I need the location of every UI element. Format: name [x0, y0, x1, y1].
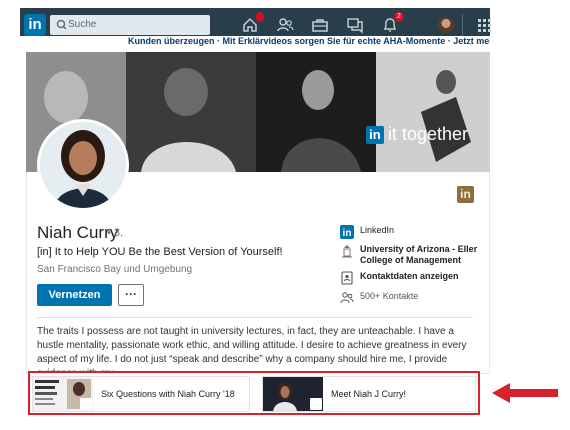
media-title: Meet Niah J Curry! — [331, 389, 407, 399]
banner-linkedin-logo: in — [365, 125, 384, 144]
profile-location: San Francisco Bay und Umgebung — [37, 264, 193, 275]
connections-label: 500+ Kontakte — [360, 291, 419, 301]
svg-text:in: in — [343, 228, 352, 239]
document-icon — [80, 398, 92, 410]
current-company[interactable]: in LinkedIn — [340, 225, 394, 239]
me-avatar[interactable] — [438, 17, 454, 33]
media-thumbnail — [33, 377, 93, 411]
highlight-arrow-icon — [492, 383, 558, 403]
network-icon[interactable] — [275, 15, 295, 35]
media-item-article[interactable]: Six Questions with Niah Curry '18 — [32, 376, 250, 412]
school-name: University of Arizona - Eller College of… — [360, 244, 478, 265]
video-icon — [310, 398, 322, 410]
home-badge — [256, 12, 264, 22]
company-name: LinkedIn — [360, 225, 395, 235]
contact-info-label: Kontaktdaten anzeigen — [360, 271, 459, 281]
connections-count[interactable]: 500+ Kontakte — [340, 291, 418, 305]
media-item-video[interactable]: Meet Niah J Curry! — [262, 376, 476, 412]
banner-tagline: in it together — [365, 124, 468, 145]
search-icon — [56, 19, 67, 30]
home-icon[interactable] — [240, 12, 264, 35]
contact-card-icon — [340, 271, 354, 285]
linkedin-logo[interactable]: in — [24, 14, 46, 36]
connect-button[interactable]: Vernetzen — [37, 284, 112, 306]
ad-ticker[interactable]: Kunden überzeugen · Mit Erklärvideos sor… — [20, 36, 490, 48]
media-thumbnail — [263, 377, 323, 411]
banner-tagline-text: it together — [387, 124, 468, 144]
search-placeholder: Suche — [68, 19, 97, 30]
connection-degree: • 3. — [107, 227, 124, 239]
more-actions-button[interactable]: ··· — [118, 284, 144, 306]
notifications-icon[interactable]: 2 — [380, 12, 404, 35]
section-divider — [37, 317, 473, 318]
education[interactable]: University of Arizona - Eller College of… — [340, 244, 480, 266]
jobs-icon[interactable] — [310, 15, 330, 35]
contact-info-link[interactable]: Kontaktdaten anzeigen — [340, 271, 459, 285]
media-title: Six Questions with Niah Curry '18 — [101, 389, 235, 399]
people-icon — [340, 291, 354, 305]
notifications-badge: 2 — [394, 12, 404, 22]
nav-divider — [462, 14, 463, 36]
premium-badge-icon: in — [457, 186, 474, 203]
profile-photo[interactable] — [37, 119, 129, 211]
search-input[interactable]: Suche — [50, 15, 210, 35]
linkedin-company-icon: in — [340, 225, 354, 239]
apps-grid-icon[interactable] — [474, 15, 494, 35]
school-icon — [340, 244, 354, 258]
profile-headline: [in] It to Help YOU Be the Best Version … — [37, 246, 283, 258]
messaging-icon[interactable] — [345, 15, 365, 35]
featured-media-highlight: Six Questions with Niah Curry '18 Meet N… — [28, 371, 480, 415]
ad-ticker-text: Kunden überzeugen · Mit Erklärvideos sor… — [128, 36, 490, 46]
